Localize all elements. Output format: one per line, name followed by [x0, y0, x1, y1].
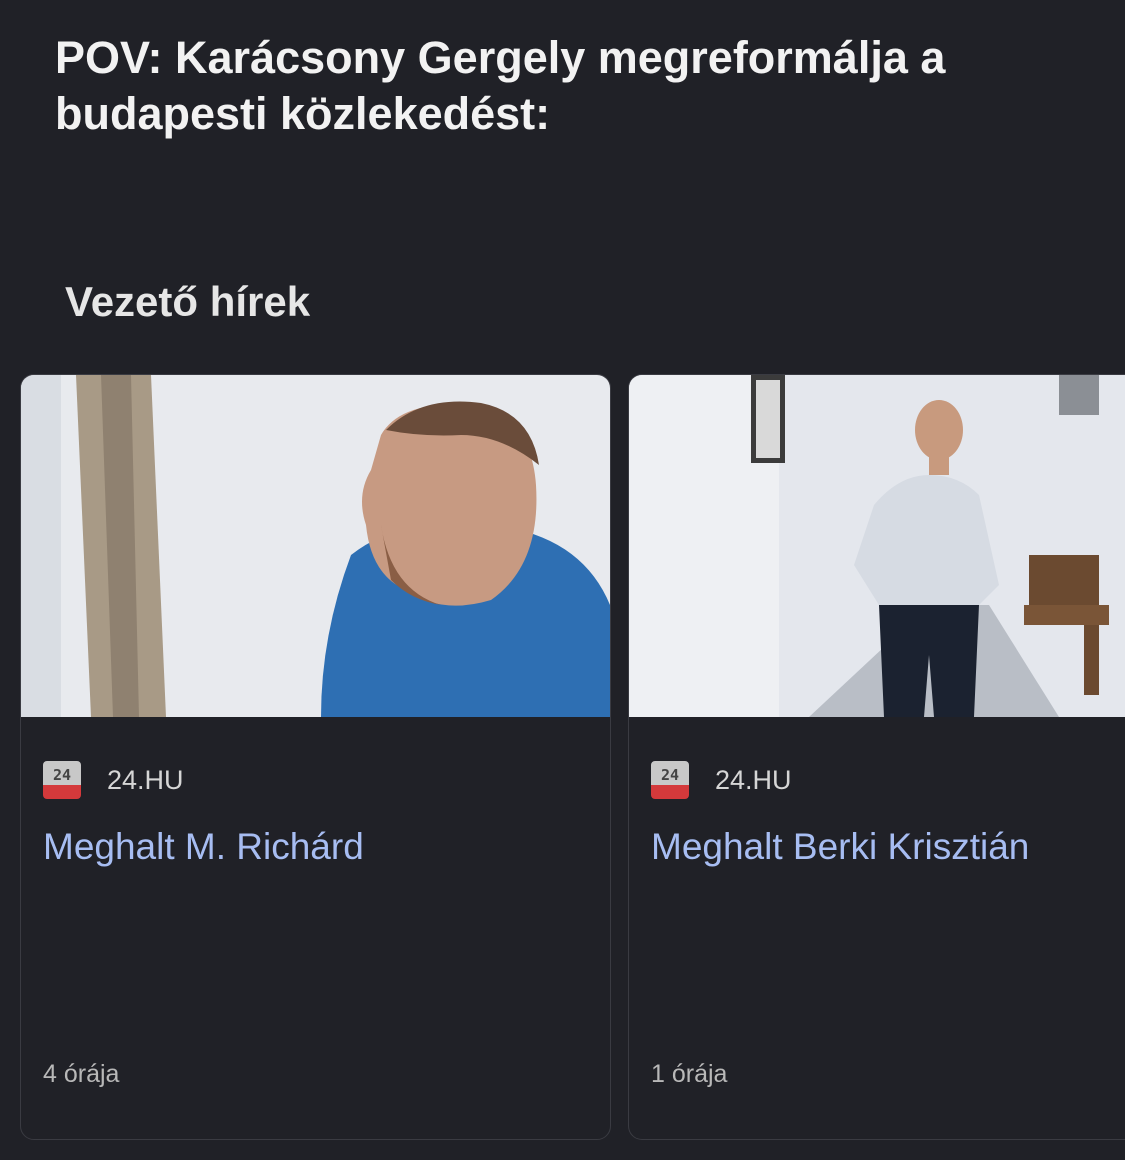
- news-card[interactable]: 24 24.HU Meghalt Berki Krisztián 1 órája: [628, 374, 1125, 1140]
- news-card[interactable]: 24 24.HU Meghalt M. Richárd 4 órája: [20, 374, 611, 1140]
- meme-caption: POV: Karácsony Gergely megreformálja a b…: [55, 32, 946, 139]
- news-headline[interactable]: Meghalt M. Richárd: [43, 825, 364, 869]
- news-timestamp: 1 órája: [651, 1060, 728, 1088]
- news-headline[interactable]: Meghalt Berki Krisztián: [651, 825, 1029, 869]
- source-name: 24.HU: [107, 764, 184, 795]
- news-thumbnail: [629, 375, 1125, 717]
- 24hu-logo-icon: 24: [651, 761, 689, 799]
- news-timestamp: 4 órája: [43, 1060, 120, 1088]
- source-row: 24 24.HU: [651, 761, 792, 799]
- top-stories-heading: Vezető hírek: [65, 278, 311, 325]
- svg-text:24: 24: [661, 766, 679, 784]
- source-row: 24 24.HU: [43, 761, 184, 799]
- news-thumbnail: [21, 375, 610, 717]
- 24hu-logo-icon: 24: [43, 761, 81, 799]
- svg-text:24: 24: [53, 766, 71, 784]
- source-name: 24.HU: [715, 764, 792, 795]
- meme-page: POV: Karácsony Gergely megreformálja a b…: [0, 0, 1125, 1160]
